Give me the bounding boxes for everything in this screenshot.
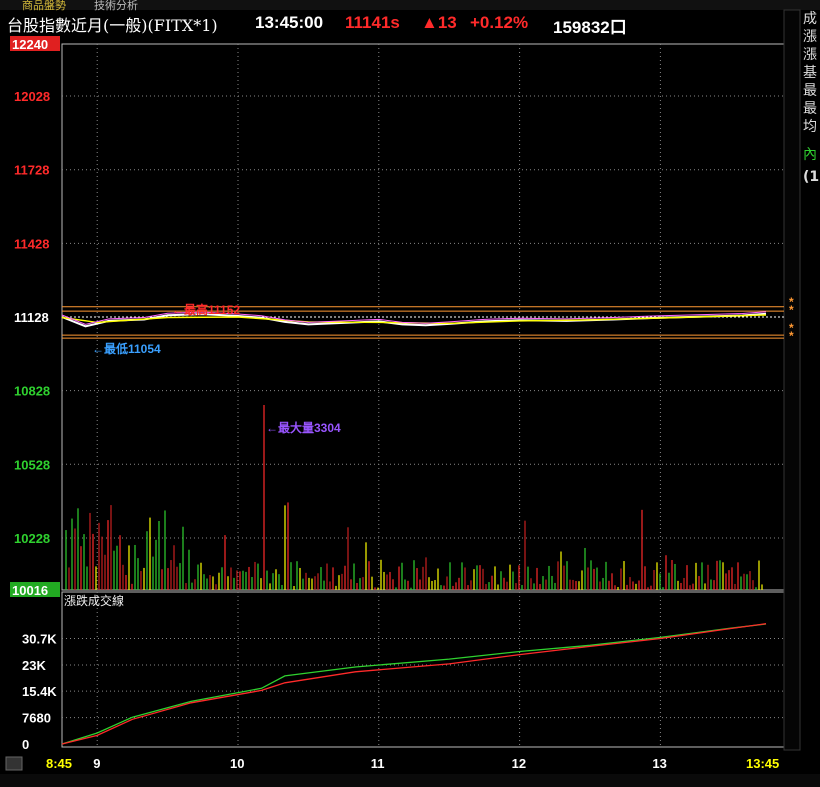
time-axis-label: 11 [371, 756, 385, 771]
status-footer [0, 774, 820, 787]
price-axis-label: 10828 [14, 384, 50, 399]
price-axis-label: 12240 [12, 37, 48, 52]
time-axis-label: 9 [93, 756, 100, 771]
cumulative-series-line [61, 623, 767, 745]
price-axis-label: 10228 [14, 531, 50, 546]
time-axis-label: 8:45 [46, 756, 72, 771]
price-axis-label: 11128 [14, 310, 49, 325]
max-volume-annotation: ←最大量3304 [266, 420, 341, 435]
range-marker: * [789, 329, 794, 343]
low-annotation: ←最低11054 [92, 341, 161, 356]
cumulative-axis-label: 23K [22, 658, 46, 673]
settings-icon [5, 756, 23, 771]
time-axis-label: 13:45 [746, 756, 779, 771]
time-axis-label: 13 [652, 756, 666, 771]
right-scroll-area [783, 9, 801, 751]
cumulative-axis-label: 7680 [22, 711, 51, 726]
price-axis-label: 11728 [14, 163, 49, 178]
price-axis-label: 10016 [12, 583, 48, 598]
cumulative-title: 漲跌成交線 [64, 593, 124, 608]
cumulative-panel-frame [61, 591, 785, 748]
cumulative-axis-label: 15.4K [22, 684, 57, 699]
high-annotation: ←最高11152 [172, 302, 240, 317]
price-axis-label: 11428 [14, 236, 49, 251]
range-marker: * [789, 303, 794, 317]
cumulative-axis-label: 0 [22, 737, 29, 752]
time-axis-label: 12 [512, 756, 526, 771]
time-axis-label: 10 [230, 756, 244, 771]
cumulative-axis-label: 30.7K [22, 631, 57, 646]
price-axis-label: 12028 [14, 89, 50, 104]
intraday-chart[interactable]: 12240 12028 11728 11428 11128 10828 10528 10228… [0, 0, 820, 787]
price-axis-label: 10528 [14, 457, 50, 472]
